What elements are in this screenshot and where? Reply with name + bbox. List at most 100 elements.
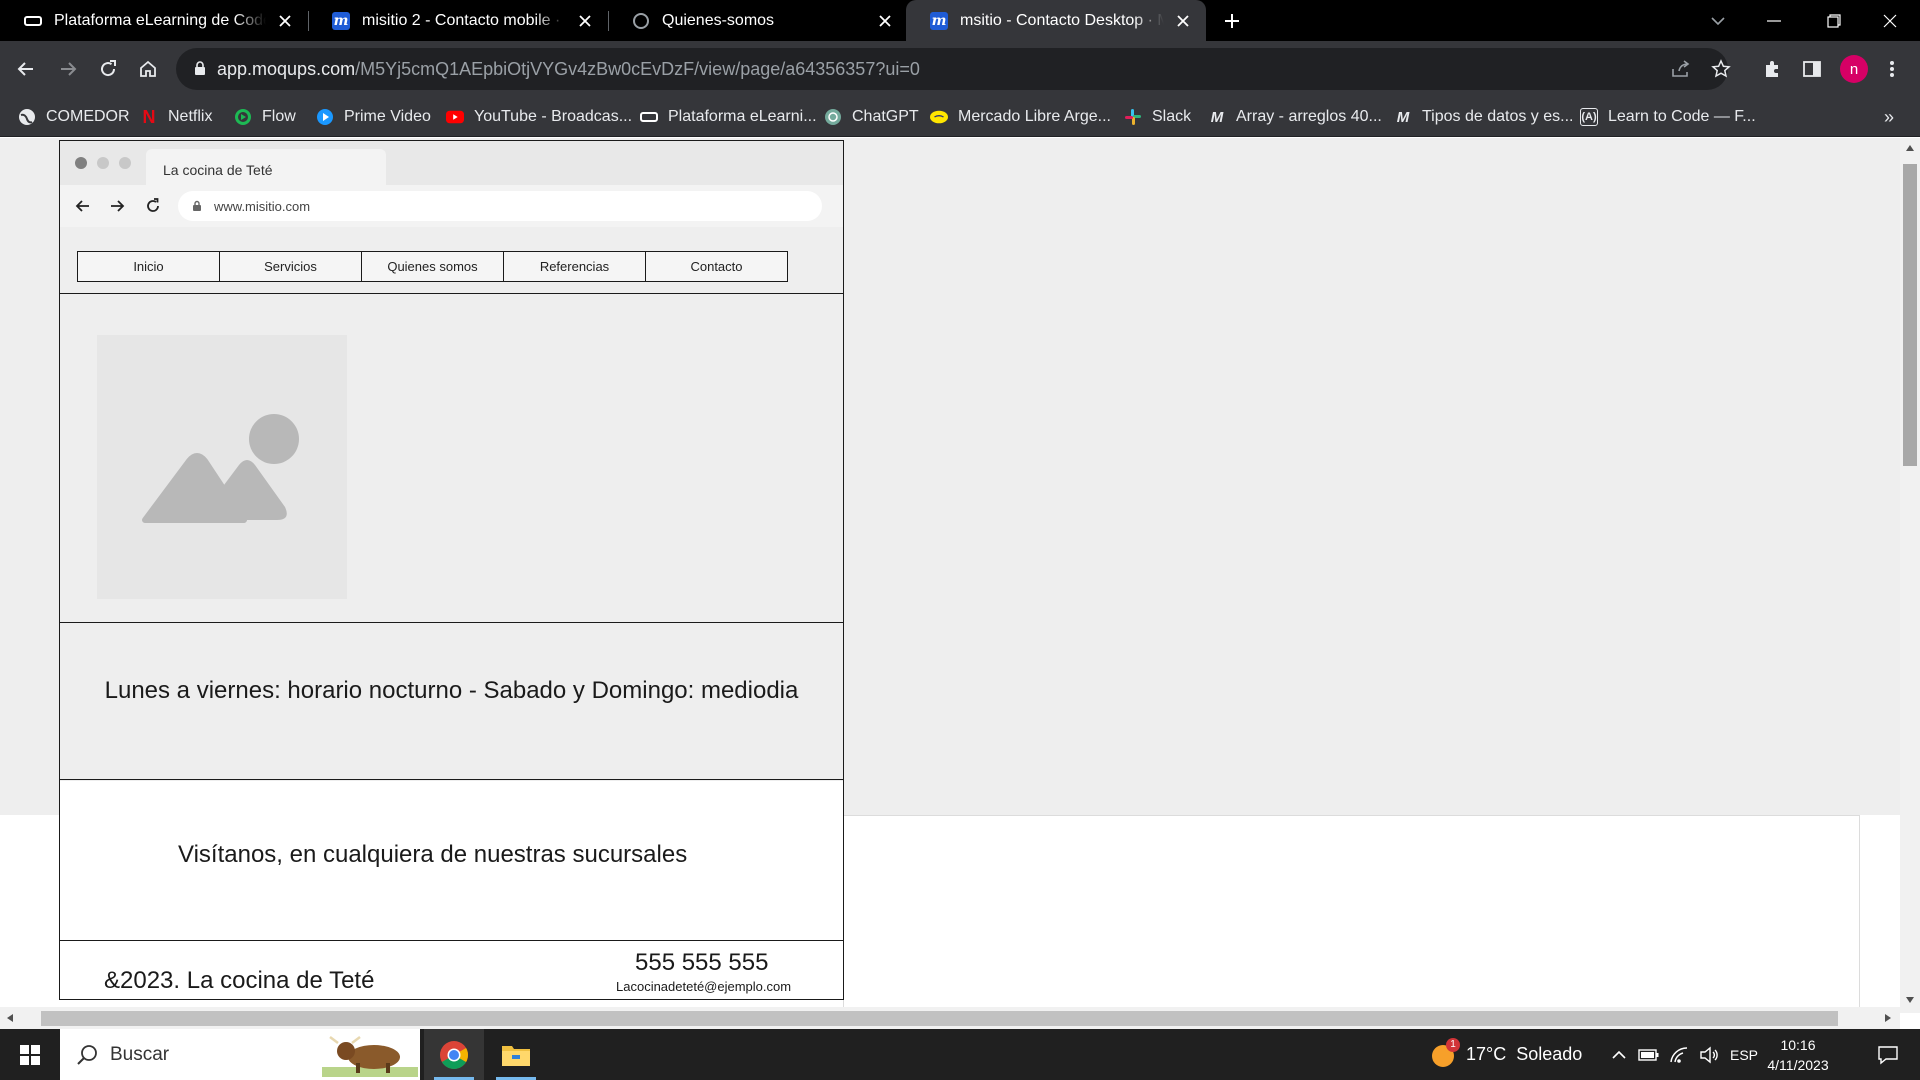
lock-icon [192,200,202,215]
chevron-double-right-icon: » [1884,106,1895,127]
tab-title: Quienes-somos [662,11,775,29]
bookmark-chatgpt[interactable]: ChatGPT [824,97,919,137]
reload-button[interactable] [92,53,124,85]
taskbar-file-explorer[interactable] [486,1029,546,1080]
share-icon[interactable] [1670,58,1692,80]
vertical-scrollbar[interactable] [1900,138,1920,1013]
more-bookmarks-button[interactable]: » [1884,97,1894,137]
bookmark-comedor[interactable]: COMEDOR [18,97,130,137]
divider [60,293,843,294]
mock-nav-quienes-somos[interactable]: Quienes somos [361,251,504,282]
weather-widget[interactable]: 1 17°C Soleado [1430,1029,1582,1080]
battery-icon[interactable] [1636,1029,1662,1080]
close-icon[interactable] [574,10,596,32]
mock-tab-title: La cocina de Teté [163,162,273,178]
home-button[interactable] [132,53,164,85]
volume-icon[interactable] [1696,1029,1722,1080]
bookmark-star-icon[interactable] [1710,58,1732,80]
taskbar-chrome[interactable] [424,1029,484,1080]
chrome-menu-button[interactable] [1876,53,1908,85]
bookmark-mercado-libre[interactable]: Mercado Libre Arge... [930,97,1111,137]
weather-desc: Soleado [1516,1044,1583,1064]
globe-icon [632,12,650,30]
bookmark-mdn-tipos[interactable]: M Tipos de datos y es... [1394,97,1574,137]
mdn-icon: M [1210,108,1224,126]
vertical-scroll-thumb[interactable] [1903,164,1917,466]
bookmark-netflix[interactable]: N Netflix [140,97,213,137]
chevron-down-icon [1711,16,1725,25]
mock-window-dot [75,157,87,169]
tab-moqups-desktop[interactable]: m msitio - Contacto Desktop · Moqups [906,0,1206,41]
tab-search-button[interactable] [1690,0,1746,41]
tab-quienes-somos[interactable]: Quienes-somos [608,0,908,41]
avatar-initial: n [1849,60,1859,78]
profile-avatar[interactable]: n [1840,55,1868,83]
footer-email: Lacocinadeteté@ejemplo.com [616,979,792,994]
scroll-up-arrow-icon[interactable] [1902,140,1918,156]
tab-title: msitio - Contacto Desktop · Moqups [960,11,1164,29]
mercadolibre-icon [930,108,948,126]
bookmark-coderhouse[interactable]: Plataforma eLearni... [640,97,817,137]
arrow-right-icon [108,197,126,215]
scroll-right-arrow-icon[interactable] [1880,1010,1896,1026]
url-text[interactable]: app.moqups.com/M5Yj5cmQ1AEpbiOtjVYGv4zBw… [217,59,920,80]
footer-phone: 555 555 555 [635,949,769,976]
divider [60,779,843,780]
tab-coderhouse[interactable]: Plataforma eLearning de Coderhouse [0,0,308,41]
bookmark-youtube[interactable]: YouTube - Broadcas... [446,97,632,137]
coderhouse-icon [24,12,42,30]
bookmark-freecodecamp[interactable]: (A) Learn to Code — F... [1580,97,1756,137]
system-clock[interactable]: 10:16 4/11/2023 [1756,1035,1840,1075]
bookmark-label: Plataforma eLearni... [668,108,817,125]
mock-address-row: www.misitio.com [60,185,843,227]
chrome-icon [440,1040,468,1069]
start-button[interactable] [0,1029,60,1080]
search-icon [76,1044,98,1071]
mock-titlebar: La cocina de Teté [60,141,843,185]
close-icon[interactable] [1172,10,1194,32]
new-tab-button[interactable] [1206,0,1258,41]
taskbar-search[interactable]: Buscar [60,1029,420,1080]
weather-temp: 17°C [1466,1044,1507,1064]
mock-url-text: www.misitio.com [214,199,311,214]
chrome-tab-strip: Plataforma eLearning de Coderhouse m mis… [0,0,1920,41]
bookmark-flow[interactable]: Flow [234,97,296,137]
footer-copyright: &2023. La cocina de Teté [104,967,375,994]
bookmark-label: Mercado Libre Arge... [958,108,1111,125]
bookmark-slack[interactable]: Slack [1124,97,1191,137]
horizontal-scrollbar[interactable] [0,1007,1900,1029]
scroll-left-arrow-icon[interactable] [2,1010,18,1026]
tab-moqups-mobile[interactable]: m misitio 2 - Contacto mobile · Moqups [308,0,608,41]
mock-nav-referencias[interactable]: Referencias [503,251,646,282]
address-bar[interactable]: app.moqups.com/M5Yj5cmQ1AEpbiOtjVYGv4zBw… [176,48,1731,90]
close-icon[interactable] [274,10,296,32]
mock-nav-contacto[interactable]: Contacto [645,251,788,282]
wifi-icon[interactable] [1666,1029,1692,1080]
bookmark-label: Slack [1152,108,1192,125]
minimize-button[interactable] [1746,0,1802,41]
back-button[interactable] [10,53,42,85]
tab-title: Plataforma eLearning de Coderhouse [54,11,266,29]
bookmark-mdn-array[interactable]: M Array - arreglos 40... [1208,97,1382,137]
mock-nav-servicios[interactable]: Servicios [219,251,362,282]
prime-video-icon [316,108,334,126]
bookmark-label: YouTube - Broadcas... [474,108,633,125]
extensions-button[interactable] [1756,53,1788,85]
netflix-icon: N [142,106,156,127]
close-icon[interactable] [874,10,896,32]
horizontal-scroll-thumb[interactable] [41,1011,1838,1026]
bookmark-label: Learn to Code — F... [1608,108,1756,125]
forward-button[interactable] [52,53,84,85]
notifications-button[interactable] [1860,1029,1916,1080]
close-window-button[interactable] [1862,0,1918,41]
show-hidden-icons-button[interactable] [1606,1029,1632,1080]
side-panel-button[interactable] [1796,53,1828,85]
bookmark-label: Tipos de datos y es... [1422,108,1574,125]
wireframe-browser-mock: La cocina de Teté www.misitio.com Inicio… [59,140,844,1000]
lock-icon[interactable] [194,61,206,81]
opening-hours-text: Lunes a viernes: horario nocturno - Saba… [104,677,799,704]
restore-button[interactable] [1806,0,1862,41]
scroll-down-arrow-icon[interactable] [1902,992,1918,1008]
bookmark-prime-video[interactable]: Prime Video [316,97,431,137]
mock-nav-inicio[interactable]: Inicio [77,251,220,282]
